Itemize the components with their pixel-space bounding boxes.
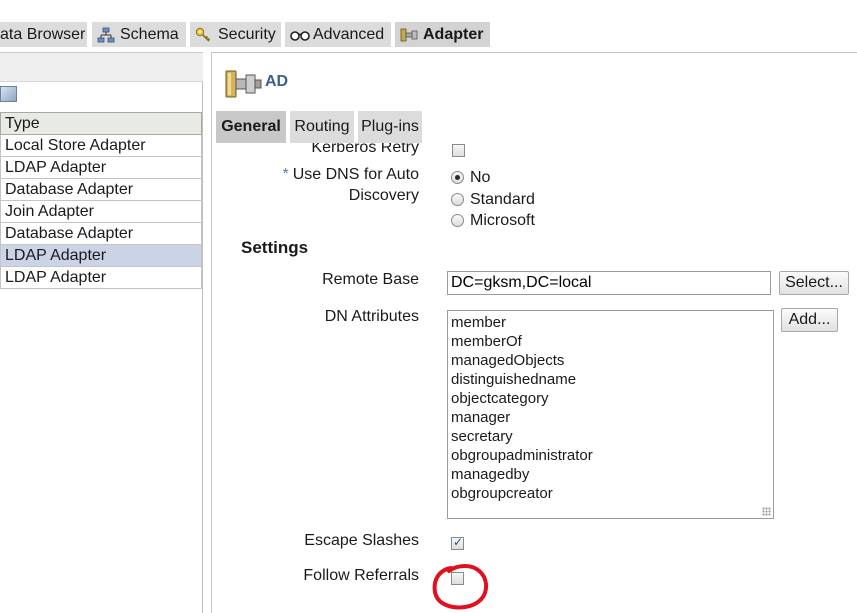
tab-plug-ins[interactable]: Plug-ins (358, 111, 422, 143)
table-cell[interactable]: LDAP Adapter (0, 156, 202, 179)
annotation-circle (432, 563, 489, 610)
table-row[interactable]: Join Adapter (0, 200, 202, 223)
list-item: distinguishedname (451, 371, 577, 388)
security-icon (195, 27, 213, 43)
tab-advanced[interactable]: Advanced (285, 22, 391, 47)
tab-security[interactable]: Security (190, 22, 281, 47)
dns-option-standard-label[interactable]: Standard (470, 191, 535, 209)
table-cell[interactable]: Database Adapter (0, 222, 202, 245)
dns-radio-standard[interactable] (451, 193, 464, 206)
dns-option-no-label[interactable]: No (470, 169, 490, 187)
table-row[interactable]: Database Adapter (0, 178, 202, 201)
resize-grip-icon[interactable] (762, 507, 771, 516)
adapter-title: AD (265, 73, 289, 90)
advanced-icon (290, 27, 310, 43)
follow-referrals-label: Follow Referrals (303, 567, 419, 584)
dns-option-microsoft-label[interactable]: Microsoft (470, 212, 535, 230)
use-dns-label: * Use DNS for Auto (282, 166, 419, 184)
tab-general[interactable]: General (216, 111, 286, 143)
escape-slashes-label: Escape Slashes (304, 532, 419, 549)
list-item: member (451, 314, 507, 331)
remote-base-label: Remote Base (322, 271, 419, 288)
tab-schema[interactable]: Schema (92, 22, 186, 47)
adapter-icon (400, 27, 418, 43)
table-cell[interactable]: Join Adapter (0, 200, 202, 223)
schema-icon (97, 27, 115, 43)
list-item: managedby (451, 466, 530, 483)
remote-base-input[interactable] (447, 271, 771, 295)
table-cell[interactable]: Database Adapter (0, 178, 202, 201)
kerberos-retry-checkbox[interactable] (452, 144, 465, 157)
table-row[interactable]: Local Store Adapter (0, 134, 202, 157)
refresh-view-icon[interactable] (0, 86, 17, 102)
dns-radio-microsoft[interactable] (451, 214, 464, 227)
list-item: memberOf (451, 333, 522, 350)
table-cell[interactable]: Local Store Adapter (0, 134, 202, 157)
panel-header (0, 52, 203, 82)
use-dns-label-line2: Discovery (348, 187, 419, 204)
dns-radio-no[interactable] (451, 171, 464, 184)
list-item: secretary (451, 428, 513, 445)
tab-data-browser[interactable]: ata Browser (0, 22, 87, 47)
list-item: objectcategory (451, 390, 549, 407)
tab-label: Schema (120, 25, 179, 43)
list-item: obgroupadministrator (451, 447, 593, 464)
list-item: manager (451, 409, 511, 426)
table-row-selected[interactable]: LDAP Adapter (0, 244, 202, 267)
adapter-list-panel: Type Local Store Adapter LDAP Adapter Da… (0, 52, 203, 613)
column-header-type[interactable]: Type (0, 112, 202, 135)
use-dns-label-line1: Use DNS for Auto (292, 166, 419, 183)
dn-attributes-label: DN Attributes (324, 308, 419, 325)
add-button[interactable]: Add... (781, 308, 838, 332)
table-row[interactable]: LDAP Adapter (0, 156, 202, 179)
adapter-icon (225, 68, 263, 100)
top-tab-bar: ata Browser Schema Security Advanced Ada… (0, 0, 857, 52)
settings-heading: Settings (241, 238, 309, 257)
table-row[interactable]: LDAP Adapter (0, 266, 202, 289)
tab-label: Security (218, 25, 276, 43)
tab-routing[interactable]: Routing (290, 111, 354, 143)
table-cell[interactable]: LDAP Adapter (0, 266, 202, 289)
adapter-type-table: Type Local Store Adapter LDAP Adapter Da… (0, 112, 202, 289)
required-marker: * (282, 166, 289, 183)
dn-attributes-textarea[interactable]: member memberOf managedObjects distingui… (447, 310, 774, 519)
list-item: obgroupcreator (451, 485, 553, 502)
tab-label: ata Browser (0, 25, 86, 43)
table-cell[interactable]: LDAP Adapter (0, 244, 202, 267)
list-item: managedObjects (451, 352, 565, 369)
table-row[interactable]: Database Adapter (0, 222, 202, 245)
tab-label: Adapter (423, 25, 484, 43)
escape-slashes-checkbox[interactable] (451, 535, 464, 550)
tab-adapter[interactable]: Adapter (395, 22, 490, 47)
tab-label: Advanced (313, 25, 385, 43)
select-button[interactable]: Select... (779, 271, 849, 295)
